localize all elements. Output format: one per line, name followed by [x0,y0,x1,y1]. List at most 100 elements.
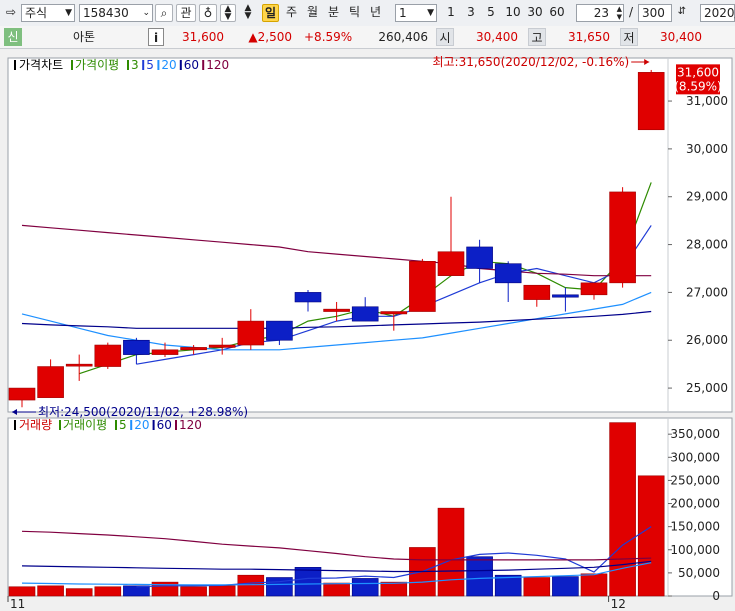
volume-legend-marker [115,420,117,430]
candle-body [180,347,207,351]
chevron-down-icon: ▼ [65,8,72,18]
volume-bar [65,588,93,597]
stepper-icon[interactable]: ▲ ▼ [240,4,256,22]
count-value: 23 [593,6,609,20]
volume-bar [37,585,64,597]
volume-bar [8,586,36,597]
candle-body [8,387,36,401]
trade-volume: 260,406 [378,30,428,44]
price-legend-marker [71,60,73,70]
low-price: 30,400 [660,30,702,44]
info-button[interactable]: i [148,28,164,46]
price-legend-marker [179,60,182,70]
low-annotation: 최저:24,500(2020/11/02, +28.98%) [38,405,248,419]
candle-body [266,320,293,341]
count-input[interactable]: 23 ▲ ▼ [576,4,624,22]
price-legend-item: 가격차트 [19,58,63,72]
low-label: 저 [620,28,638,46]
candle [94,342,122,369]
price-legend-item: 120 [206,58,229,72]
spin-icon: ▲ ▼ [616,5,622,21]
volume-tick-label: 200,000 [670,497,720,511]
tab-period-tick[interactable]: 틱 [346,4,363,22]
menu-arrow-icon[interactable]: ⇨ [4,4,18,22]
candle-body [494,263,522,284]
high-label: 고 [528,28,546,46]
volume-bar [180,586,207,597]
candle-body [351,306,379,322]
price-change: ▲2,500 [248,30,292,44]
volume-tick-label: 300,000 [670,450,720,464]
volume-tick-label: 250,000 [670,473,720,487]
volume-tick-label: 100,000 [670,543,720,557]
candle [409,258,436,312]
volume-bar [380,581,408,597]
quick-interval-3[interactable]: 3 [463,4,479,22]
tab-period-week[interactable]: 주 [283,4,300,22]
favorite-button[interactable]: 관 [176,4,196,22]
candle-body [409,261,436,312]
link-icon[interactable]: ♁ [199,4,217,22]
candle-body [151,349,179,355]
price-tick-label: 26,000 [686,333,728,347]
count-total-input[interactable]: 300 [638,4,672,22]
quick-interval-10[interactable]: 10 [503,4,523,22]
volume-bar [580,573,608,597]
tab-period-day[interactable]: 일 [262,4,279,22]
candle-body [123,339,150,355]
price-legend-item: 5 [146,58,154,72]
high-annotation: 최고:31,650(2020/12/02, -0.16%) [432,55,629,69]
price-tick-label: 31,000 [686,94,728,108]
search-icon[interactable]: ⌕ [155,4,173,22]
stepper-icon[interactable]: ⇵ [674,4,690,22]
candle-body [323,308,350,312]
date-input[interactable]: 2020/ [700,4,735,22]
volume-legend-item: 60 [157,418,172,432]
toolbar: ⇨ 주식 ▼ 158430 ⌄ ⌕ 관 ♁ ▲ ▼ ▲ ▼ 일 주 월 분 틱 년 1 ▼… [0,0,735,27]
candle-body [65,363,93,367]
volume-legend-item: 5 [119,418,127,432]
volume-legend-marker [130,420,133,430]
volume-bar [208,585,236,597]
stock-chart[interactable]: 25,000 26,000 27,000 28,000 29,000 30,000 31,0… [0,48,735,611]
volume-legend-marker [59,420,61,430]
x-tick-label: 11 [10,597,25,611]
tab-period-minute[interactable]: 분 [325,4,342,22]
quick-interval-60[interactable]: 60 [547,4,567,22]
price-tick-label: 28,000 [686,238,728,252]
candle-body [580,282,608,296]
tab-period-year[interactable]: 년 [367,4,384,22]
volume-bar [466,556,493,597]
quick-interval-30[interactable]: 30 [525,4,545,22]
candle [609,187,636,288]
price-change-pct: +8.59% [304,30,353,44]
volume-tick-label: 50,000 [678,566,720,580]
quote-bar: 신 아톤 i 31,600 ▲2,500 +8.59% 260,406 시 30… [0,26,735,49]
code-value: 158430 [83,6,129,20]
price-legend-marker [142,60,145,70]
candle-body [552,294,579,298]
price-tick-label: 27,000 [686,285,728,299]
stepper-icon[interactable]: ▲ ▼ [220,4,236,22]
volume-bar [351,578,379,597]
volume-bar [294,567,322,597]
count-separator: / [628,5,634,19]
candle-body [466,246,493,269]
volume-legend-item: 20 [134,418,149,432]
volume-tick-label: 150,000 [670,520,720,534]
last-price-label: 31,600 [677,65,719,79]
open-price: 30,400 [476,30,518,44]
tab-period-month[interactable]: 월 [304,4,321,22]
volume-bar [123,585,150,597]
volume-bar [237,574,265,597]
quick-interval-1[interactable]: 1 [443,4,459,22]
interval-select[interactable]: 1 ▼ [395,4,437,22]
chevron-down-icon: ⌄ [142,8,150,18]
candle-body [94,344,122,367]
candle-body [294,292,322,303]
volume-bar [437,507,465,597]
market-select[interactable]: 주식 ▼ [21,4,75,22]
code-input[interactable]: 158430 ⌄ [79,4,153,22]
price-legend-item: 3 [131,58,139,72]
quick-interval-5[interactable]: 5 [483,4,499,22]
